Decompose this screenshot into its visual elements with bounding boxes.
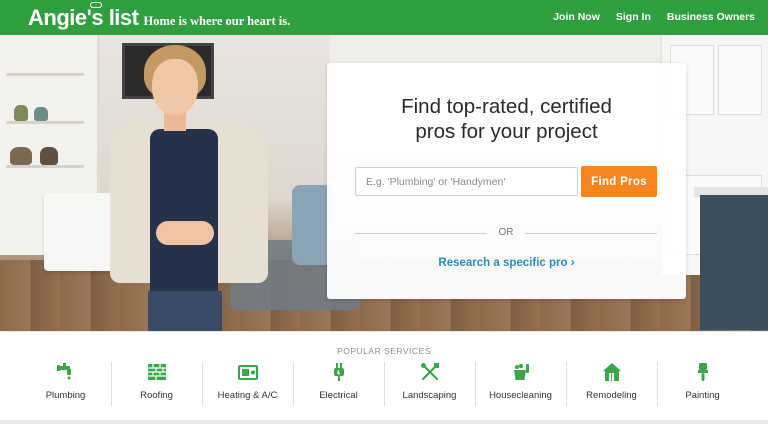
- service-painting[interactable]: Painting: [657, 360, 748, 408]
- plug-icon: [329, 362, 349, 382]
- search-card: Find top-rated, certified pros for your …: [327, 63, 686, 299]
- join-now-link[interactable]: Join Now: [553, 11, 600, 23]
- service-label: Landscaping: [402, 390, 457, 401]
- tagline: Home is where our heart is.: [143, 13, 291, 28]
- service-label: Painting: [685, 390, 720, 401]
- divider-line: [525, 233, 657, 234]
- top-nav: Join Now Sign In Business Owners: [553, 11, 755, 23]
- paintbrush-icon: [693, 362, 713, 382]
- service-heating-ac[interactable]: Heating & A/C: [202, 360, 293, 408]
- find-pros-button[interactable]: Find Pros: [581, 166, 657, 197]
- service-label: Heating & A/C: [217, 390, 278, 401]
- research-pro-link[interactable]: Research a specific pro ›: [327, 257, 686, 269]
- brand: Angie's list Home is where our heart is.: [28, 1, 291, 31]
- service-list: Plumbing Roofing Heating & A/C Electrica…: [20, 360, 748, 408]
- roof-tiles-icon: [147, 362, 167, 382]
- house-icon: [602, 362, 622, 382]
- service-remodeling[interactable]: Remodeling: [566, 360, 657, 408]
- service-label: Housecleaning: [489, 390, 552, 401]
- service-roofing[interactable]: Roofing: [111, 360, 202, 408]
- faucet-icon: [56, 362, 76, 382]
- hero-title: Find top-rated, certified pros for your …: [327, 94, 686, 144]
- logo-text: Angie's list: [28, 4, 139, 30]
- site-header: Angie's list Home is where our heart is.…: [0, 0, 768, 35]
- blue-armchair: [292, 185, 332, 265]
- logo[interactable]: Angie's list: [28, 1, 139, 31]
- speech-bubble-icon: [90, 1, 102, 8]
- hero-title-line1: Find top-rated, certified: [401, 95, 612, 118]
- or-divider: OR: [355, 227, 657, 239]
- garden-tools-icon: [420, 362, 440, 382]
- service-search-input[interactable]: [355, 167, 578, 196]
- service-label: Plumbing: [45, 390, 86, 401]
- service-plumbing[interactable]: Plumbing: [20, 360, 111, 408]
- service-label: Electrical: [319, 390, 358, 401]
- service-label: Remodeling: [586, 390, 637, 401]
- hero-title-line2: pros for your project: [415, 120, 598, 143]
- service-housecleaning[interactable]: Housecleaning: [475, 360, 566, 408]
- spokesperson-photo: [104, 45, 272, 331]
- service-electrical[interactable]: Electrical: [293, 360, 384, 408]
- sign-in-link[interactable]: Sign In: [616, 11, 651, 23]
- service-label: Roofing: [140, 390, 173, 401]
- popular-services: POPULAR SERVICES Plumbing Roofing Heatin…: [0, 331, 768, 424]
- hvac-unit-icon: [237, 362, 258, 382]
- cleaning-bucket-icon: [511, 362, 531, 382]
- kitchen-island: [700, 195, 768, 330]
- service-landscaping[interactable]: Landscaping: [384, 360, 475, 408]
- popular-services-title: POPULAR SERVICES: [337, 346, 431, 356]
- page-bottom-edge: [0, 420, 768, 424]
- business-owners-link[interactable]: Business Owners: [667, 11, 755, 23]
